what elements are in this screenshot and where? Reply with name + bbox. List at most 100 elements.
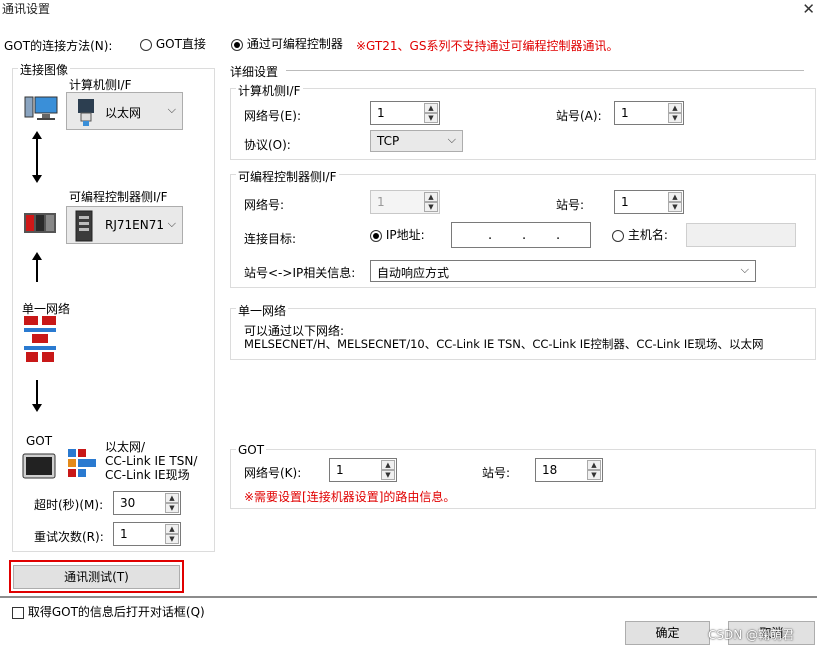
- radio-host-label: 主机名:: [627, 228, 668, 242]
- got-station-value: 18: [542, 463, 558, 477]
- radio-ip-label: IP地址:: [385, 228, 425, 242]
- radio-ip-address[interactable]: IP地址:: [370, 226, 425, 243]
- single-network-line2: MELSECNET/H、MELSECNET/10、CC-Link IE TSN、…: [244, 337, 764, 351]
- chevron-down-icon: ⌵: [167, 217, 176, 230]
- plc-station-value: 1: [621, 195, 629, 209]
- pc-station-value: 1: [621, 106, 629, 120]
- protocol-label: 协议(O):: [244, 138, 291, 152]
- plc-warning-text: ※GT21、GS系列不支持通过可编程控制器通讯。: [356, 39, 619, 53]
- pc-if-select[interactable]: 以太网 ⌵: [66, 92, 183, 130]
- station-ip-select[interactable]: 自动响应方式 ⌵: [370, 260, 756, 282]
- station-ip-label: 站号<->IP相关信息:: [244, 266, 356, 280]
- spin-down-icon[interactable]: ▼: [668, 202, 682, 212]
- pc-station-stepper[interactable]: 1 ▲ ▼: [614, 101, 684, 125]
- ip-address-input[interactable]: . . .: [451, 222, 591, 248]
- plc-network-value: 1: [377, 195, 385, 209]
- pc-if-label: 计算机侧I/F: [69, 78, 132, 92]
- radio-selected-icon: [370, 229, 382, 242]
- radio-got-direct[interactable]: GOT直接: [140, 35, 206, 52]
- plc-station-label: 站号:: [556, 198, 585, 212]
- connection-image-title: 连接图像: [18, 61, 71, 78]
- timeout-stepper[interactable]: 30 ▲ ▼: [113, 491, 181, 515]
- retry-label: 重试次数(R):: [34, 530, 104, 544]
- bidirectional-arrow-icon: [32, 131, 42, 183]
- plc-if-value: RJ71EN71: [105, 218, 164, 232]
- spin-up-icon[interactable]: ▲: [668, 103, 682, 113]
- ip-dot: .: [488, 228, 493, 243]
- chevron-down-icon: ⌵: [447, 133, 456, 146]
- ip-dot: .: [522, 228, 527, 243]
- ok-button[interactable]: 确定: [625, 621, 710, 645]
- pc-if-group: [230, 88, 816, 160]
- radio-got-direct-label: GOT直接: [155, 37, 206, 51]
- up-arrow-icon: [32, 252, 42, 282]
- radio-via-plc-label: 通过可编程控制器: [246, 37, 343, 51]
- down-arrow-icon: [32, 380, 42, 412]
- spin-up-icon[interactable]: ▲: [381, 460, 395, 470]
- open-dialog-checkbox[interactable]: 取得GOT的信息后打开对话框(Q): [12, 603, 205, 620]
- rj71en71-module-icon: [75, 210, 93, 242]
- spin-down-icon[interactable]: ▼: [381, 470, 395, 480]
- network-topology-icon: [24, 316, 56, 362]
- station-ip-value: 自动响应方式: [377, 266, 450, 280]
- details-title: 详细设置: [230, 65, 279, 79]
- chevron-down-icon: ⌵: [167, 103, 176, 116]
- got-network-stepper[interactable]: 1 ▲ ▼: [329, 458, 397, 482]
- close-icon[interactable]: ✕: [802, 0, 815, 18]
- radio-icon: [140, 38, 152, 51]
- spin-up-icon[interactable]: ▲: [424, 103, 438, 113]
- got-group-title: GOT: [236, 443, 267, 457]
- connection-method-label: GOT的连接方法(N):: [4, 39, 113, 53]
- protocol-select[interactable]: TCP ⌵: [370, 130, 463, 152]
- checkbox-icon: [12, 606, 24, 619]
- footer-divider: [0, 596, 817, 598]
- pc-if-group-title: 计算机侧I/F: [236, 82, 303, 99]
- plc-network-label: 网络号:: [244, 198, 285, 212]
- got-station-stepper[interactable]: 18 ▲ ▼: [535, 458, 603, 482]
- got-network-line: CC-Link IE TSN/: [105, 454, 198, 468]
- plc-module-icon: [24, 213, 56, 233]
- plc-station-stepper[interactable]: 1 ▲ ▼: [614, 190, 684, 214]
- open-dialog-checkbox-label: 取得GOT的信息后打开对话框(Q): [27, 605, 205, 619]
- spin-up-icon[interactable]: ▲: [668, 192, 682, 202]
- plc-if-group-title: 可编程控制器侧I/F: [236, 168, 339, 185]
- spin-up-icon[interactable]: ▲: [165, 524, 179, 534]
- spin-down-icon[interactable]: ▼: [165, 503, 179, 513]
- ip-dot: .: [556, 228, 561, 243]
- chevron-down-icon: ⌵: [740, 263, 749, 276]
- pc-network-stepper[interactable]: 1 ▲ ▼: [370, 101, 440, 125]
- radio-host-name[interactable]: 主机名:: [612, 226, 668, 243]
- pc-station-label: 站号(A):: [556, 109, 602, 123]
- pc-network-label: 网络号(E):: [244, 109, 301, 123]
- spin-down-icon[interactable]: ▼: [424, 113, 438, 123]
- plc-if-select[interactable]: RJ71EN71 ⌵: [66, 206, 183, 244]
- single-network-title: 单一网络: [236, 302, 289, 319]
- ethernet-adapter-icon: [78, 99, 94, 126]
- spin-down-icon[interactable]: ▼: [668, 113, 682, 123]
- plc-network-stepper: 1 ▲ ▼: [370, 190, 440, 214]
- retry-value: 1: [120, 527, 128, 541]
- spin-down-icon[interactable]: ▼: [587, 470, 601, 480]
- got-network-label: 网络号(K):: [244, 466, 302, 480]
- spin-down-icon[interactable]: ▼: [165, 534, 179, 544]
- timeout-label: 超时(秒)(M):: [34, 498, 104, 512]
- radio-via-plc[interactable]: 通过可编程控制器: [231, 35, 343, 52]
- spin-up-icon: ▲: [424, 192, 438, 202]
- radio-selected-icon: [231, 38, 243, 51]
- retry-stepper[interactable]: 1 ▲ ▼: [113, 522, 181, 546]
- comm-test-button[interactable]: 通讯测试(T): [13, 565, 180, 589]
- got-network-line: CC-Link IE现场: [105, 468, 190, 482]
- pc-network-value: 1: [377, 106, 385, 120]
- spin-up-icon[interactable]: ▲: [165, 493, 179, 503]
- host-name-input: [686, 223, 796, 247]
- watermark: CSDN @鞠萌君: [708, 628, 795, 642]
- plc-if-label: 可编程控制器侧I/F: [69, 190, 168, 204]
- spin-up-icon[interactable]: ▲: [587, 460, 601, 470]
- timeout-value: 30: [120, 496, 136, 510]
- got-panel-icon: [22, 453, 56, 479]
- got-network-line: 以太网/: [105, 440, 146, 454]
- target-label: 连接目标:: [244, 232, 297, 246]
- window-title: 通讯设置: [2, 2, 51, 16]
- got-left-label: GOT: [26, 434, 53, 448]
- pc-icon: [24, 96, 58, 120]
